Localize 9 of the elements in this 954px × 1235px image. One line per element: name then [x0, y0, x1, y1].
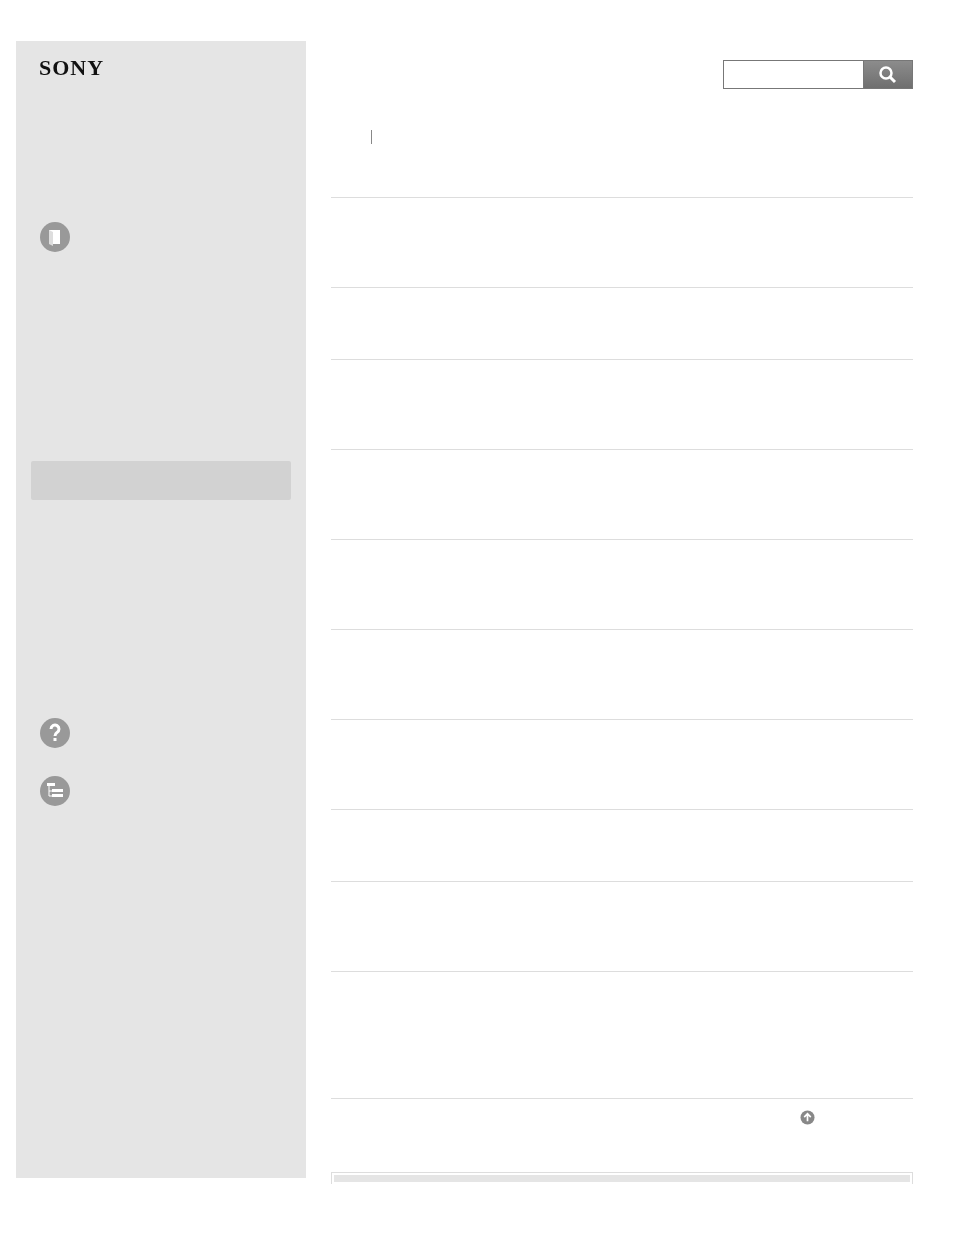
search-button[interactable]	[863, 60, 913, 89]
book-icon[interactable]	[39, 221, 71, 253]
up-arrow-icon[interactable]	[800, 1110, 815, 1125]
sony-logo[interactable]: SONY	[39, 57, 105, 79]
help-icon[interactable]	[39, 717, 71, 749]
tree-icon[interactable]	[39, 775, 71, 807]
search-field[interactable]	[723, 60, 863, 89]
search-icon	[878, 64, 898, 85]
text-cursor	[371, 130, 372, 144]
